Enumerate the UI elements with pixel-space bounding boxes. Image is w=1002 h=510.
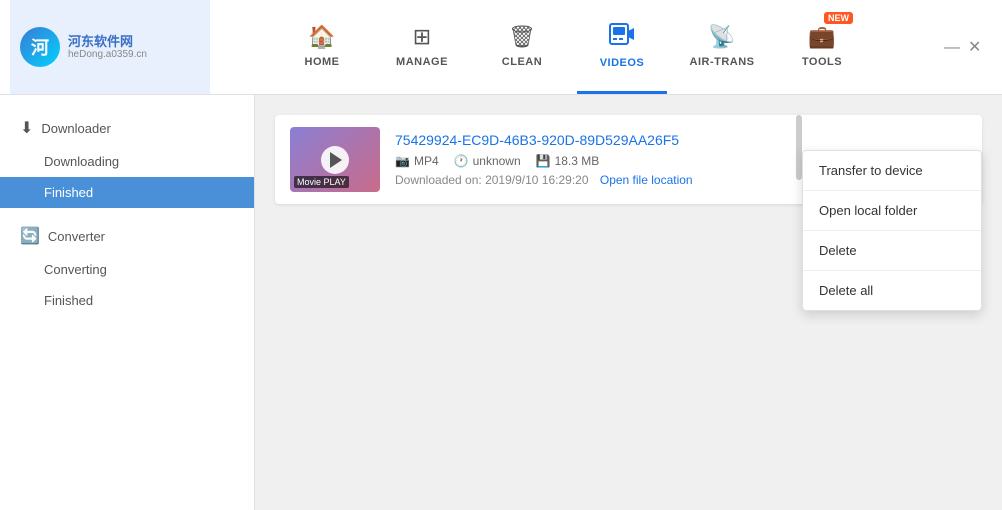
nav-tools[interactable]: NEW 💼 TOOLS: [777, 0, 867, 94]
videos-icon: [609, 23, 635, 51]
sidebar-converter-header: 🔄 Converter: [0, 218, 254, 254]
manage-icon: ⊞: [413, 24, 431, 50]
nav-videos-label: VIDEOS: [600, 57, 645, 69]
clock-icon: 🕐: [454, 154, 469, 168]
tools-badge: NEW: [824, 12, 853, 24]
context-menu-open-folder[interactable]: Open local folder: [803, 191, 981, 231]
thumbnail-label: Movie PLAY: [294, 176, 349, 188]
sidebar-item-downloading[interactable]: Downloading: [0, 146, 254, 177]
nav-manage[interactable]: ⊞ MANAGE: [377, 0, 467, 94]
main-content: ⬇ Downloader Downloading Finished 🔄 Conv…: [0, 95, 1002, 510]
context-menu-transfer[interactable]: Transfer to device: [803, 151, 981, 191]
video-duration-label: unknown: [473, 154, 521, 168]
video-format-label: MP4: [414, 154, 439, 168]
video-size: 💾 18.3 MB: [536, 154, 600, 168]
sidebar-converter-label: Converter: [48, 229, 105, 244]
clean-icon: 🗑: [508, 24, 536, 50]
navigation: 🏠 HOME ⊞ MANAGE 🗑 CLEAN VIDEOS: [210, 0, 934, 94]
video-size-label: 18.3 MB: [555, 154, 600, 168]
video-duration: 🕐 unknown: [454, 154, 521, 168]
tools-icon: 💼: [808, 24, 835, 50]
logo-text: 河东软件网: [68, 34, 147, 50]
nav-home[interactable]: 🏠 HOME: [277, 0, 367, 94]
sidebar-item-converting[interactable]: Converting: [0, 254, 254, 285]
close-button[interactable]: ✕: [968, 40, 982, 54]
window-controls: — ✕: [934, 40, 992, 54]
air-trans-icon: 📡: [708, 24, 735, 50]
nav-home-label: HOME: [305, 56, 340, 68]
nav-air-trans-label: AIR-TRANS: [690, 56, 755, 68]
size-icon: 💾: [536, 154, 551, 168]
sidebar-downloader-label: Downloader: [41, 121, 110, 136]
logo-subtext: heDong.a0359.cn: [68, 49, 147, 60]
context-menu-delete[interactable]: Delete: [803, 231, 981, 271]
video-format: 📷 MP4: [395, 154, 439, 168]
nav-tools-label: TOOLS: [802, 56, 842, 68]
nav-videos[interactable]: VIDEOS: [577, 0, 667, 94]
logo-icon: 河: [20, 27, 60, 67]
nav-air-trans[interactable]: 📡 AIR-TRANS: [677, 0, 767, 94]
sidebar-item-conv-finished[interactable]: Finished: [0, 285, 254, 316]
video-camera-icon: 📷: [395, 154, 410, 168]
play-arrow-icon: [330, 152, 342, 168]
sidebar-downloader-header: ⬇ Downloader: [0, 110, 254, 146]
date-value: 2019/9/10 16:29:20: [485, 173, 588, 187]
play-button[interactable]: [321, 146, 349, 174]
minimize-button[interactable]: —: [944, 40, 958, 54]
logo-area: 河 河东软件网 heDong.a0359.cn: [10, 0, 210, 94]
top-bar: 河 河东软件网 heDong.a0359.cn 🏠 HOME ⊞ MANAGE …: [0, 0, 1002, 95]
sidebar-item-finished[interactable]: Finished: [0, 177, 254, 208]
content-area: Movie PLAY 75429924-EC9D-46B3-920D-89D52…: [255, 95, 1002, 510]
nav-clean-label: CLEAN: [502, 56, 542, 68]
context-menu-delete-all[interactable]: Delete all: [803, 271, 981, 310]
date-label: Downloaded on:: [395, 173, 482, 187]
nav-clean[interactable]: 🗑 CLEAN: [477, 0, 567, 94]
video-title: 75429924-EC9D-46B3-920D-89D529AA26F5: [395, 132, 967, 148]
open-location-link[interactable]: Open file location: [600, 173, 693, 187]
sidebar: ⬇ Downloader Downloading Finished 🔄 Conv…: [0, 95, 255, 510]
converter-icon: 🔄: [20, 226, 40, 246]
nav-manage-label: MANAGE: [396, 56, 448, 68]
home-icon: 🏠: [308, 24, 335, 50]
context-menu: Transfer to device Open local folder Del…: [802, 150, 982, 311]
downloader-icon: ⬇: [20, 118, 33, 138]
video-thumbnail: Movie PLAY: [290, 127, 380, 192]
